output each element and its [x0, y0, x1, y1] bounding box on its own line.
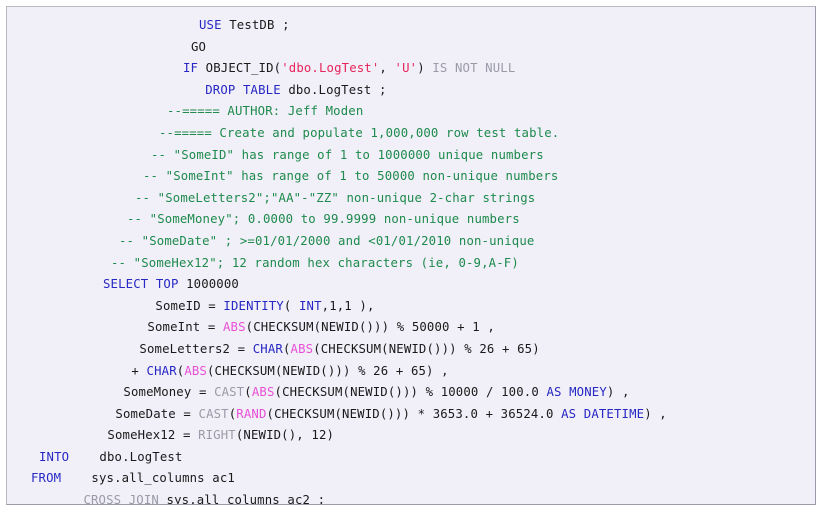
code-token-plain: , [379, 61, 395, 76]
code-token-plain: SomeInt = [87, 320, 223, 335]
code-token-cmt: --===== Create and populate 1,000,000 ro… [159, 125, 560, 140]
code-token-str: 'U' [394, 61, 418, 76]
code-token-kw: CHAR [252, 341, 283, 356]
code-token-kw: CHAR [146, 363, 177, 378]
code-lines-container: USE TestDB ; GO IF OBJECT_ID('dbo.LogTest'… [7, 15, 815, 505]
code-line: USE TestDB ; GO IF OBJECT_ID('dbo.LogTest'… [103, 15, 815, 274]
code-line: USE TestDB ; GO IF OBJECT_ID('dbo.LogTest'… [167, 15, 815, 101]
code-line: USE TestDB ; GO [183, 15, 815, 58]
code-token-fn: ABS [222, 320, 246, 335]
code-token-plain: dbo.LogTest [69, 449, 183, 464]
code-token-plain: SomeLetters2 = [79, 341, 253, 356]
code-token-kw: AS MONEY [546, 385, 607, 400]
code-token-fn: RAND [236, 406, 267, 421]
code-token-cmt: --===== AUTHOR: Jeff Moden [167, 104, 364, 119]
code-token-kw: IDENTITY [223, 298, 284, 313]
code-line: USE TestDB ; GO IF OBJECT_ID('dbo.LogTest'… [159, 15, 815, 123]
code-line: USE TestDB ; GO IF OBJECT_ID('dbo.LogTest'… [71, 15, 815, 361]
code-token-cmt: -- "SomeDate" ; >=01/01/2000 and <01/01/… [119, 233, 535, 248]
code-token-str: 'dbo.LogTest' [281, 61, 380, 76]
code-line: USE TestDB ; GO IF OBJECT_ID('dbo.LogTest'… [31, 15, 815, 468]
code-line: USE TestDB ; GO IF OBJECT_ID('dbo.LogTest'… [111, 15, 815, 253]
code-line: USE TestDB ; GO IF OBJECT_ID('dbo.LogTest'… [63, 15, 815, 382]
code-line: USE TestDB ; GO IF OBJECT_ID('dbo.LogTest'… [15, 15, 815, 505]
code-token-plain: ) , [606, 385, 630, 400]
code-token-kw2: IS NOT NULL [432, 61, 516, 76]
code-token-fn: ABS [184, 363, 207, 378]
code-token-plain: (CHECKSUM(NEWID())) % 10000 / 100.0 [274, 385, 547, 400]
code-token-kw2: CAST [214, 385, 245, 400]
code-token-kw: IF [183, 61, 206, 76]
code-token-plain: (CHECKSUM(NEWID())) % 26 + 65) , [207, 363, 449, 378]
code-token-plain: ( [283, 298, 299, 313]
code-token-cmt: -- "SomeLetters2";"AA"-"ZZ" non-unique 2… [135, 190, 536, 205]
code-line: USE TestDB ; GO IF OBJECT_ID('dbo.LogTest'… [151, 15, 815, 145]
code-line: USE TestDB ; GO IF OBJECT_ID('dbo.LogTest'… [79, 15, 815, 339]
code-line: USE TestDB ; GO IF OBJECT_ID('dbo.LogTest'… [47, 15, 815, 425]
code-token-kw: USE [199, 18, 230, 32]
code-token-kw: FROM [31, 471, 62, 486]
code-token-kw2: CAST [198, 406, 229, 421]
code-line: USE TestDB ; GO IF OBJECT_ID('dbo.LogTest'… [95, 15, 815, 296]
code-token-plain: ( [244, 385, 252, 400]
code-line: USE TestDB ; GO IF OBJECT_ID('dbo.LogTest'… [23, 15, 815, 490]
code-line: USE TestDB ; GO IF OBJECT_ID('dbo.LogTest'… [55, 15, 815, 404]
code-token-plain: ( [282, 341, 291, 356]
code-line: USE TestDB ; [191, 15, 815, 37]
code-line: USE TestDB ; GO IF OBJECT_ID('dbo.LogTest'… [127, 15, 815, 209]
code-token-plain: (CHECKSUM(NEWID())) * 3653.0 + 36524.0 [266, 406, 562, 421]
code-token-kw: INTO [39, 449, 70, 464]
code-token-plain: + [71, 363, 147, 378]
code-token-plain: SomeDate = [55, 406, 199, 421]
code-line: USE TestDB ; GO IF OBJECT_ID('dbo.LogTest'… [87, 15, 815, 317]
code-line: USE TestDB ; GO IF OBJECT_ID('dbo.LogTest'… [175, 15, 815, 80]
code-token-plain: (CHECKSUM(NEWID())) % 50000 + 1 , [245, 320, 495, 335]
code-token-plain: OBJECT_ID( [205, 61, 282, 76]
code-token-cmt: -- "SomeMoney"; 0.0000 to 99.9999 non-un… [127, 212, 520, 227]
code-token-plain: GO [191, 39, 207, 54]
code-token-kw2: CROSS JOIN [83, 493, 167, 505]
code-token-fn: ABS [251, 385, 275, 400]
code-token-plain: ) [417, 61, 433, 76]
code-token-plain: TestDB ; [229, 18, 290, 32]
code-token-plain: SomeMoney = [63, 385, 215, 400]
code-token-cmt: -- "SomeID" has range of 1 to 1000000 un… [151, 147, 544, 162]
code-token-plain: SomeHex12 = [47, 428, 199, 443]
code-token-fn: ABS [290, 341, 314, 356]
code-token-plain: ) , [644, 406, 667, 421]
code-token-plain: 1000000 [186, 277, 239, 292]
code-token-plain: SomeID = [95, 298, 224, 313]
code-token-plain: (NEWID(), 12) [235, 428, 335, 443]
code-token-kw: AS DATETIME [561, 406, 645, 421]
code-line: USE TestDB ; GO IF OBJECT_ID('dbo.LogTest'… [7, 15, 815, 505]
code-token-kw2: RIGHT [198, 428, 236, 443]
code-token-cmt: -- "SomeHex12"; 12 random hex characters… [111, 255, 519, 270]
code-token-plain: sys.all_columns ac2 ; [166, 493, 326, 505]
code-token-kw: DROP TABLE [205, 82, 289, 97]
code-token-kw: INT [298, 298, 322, 313]
code-token-cmt: -- "SomeInt" has range of 1 to 50000 non… [143, 169, 559, 184]
code-token-plain: dbo.LogTest ; [288, 82, 387, 97]
sql-code-block[interactable]: USE TestDB ; GO IF OBJECT_ID('dbo.LogTest'… [6, 6, 816, 505]
code-token-plain: ,1,1 ), [321, 298, 375, 313]
code-line: USE TestDB ; GO IF OBJECT_ID('dbo.LogTest'… [135, 15, 815, 188]
code-line: USE TestDB ; GO IF OBJECT_ID('dbo.LogTest'… [143, 15, 815, 166]
code-line: USE TestDB ; GO IF OBJECT_ID('dbo.LogTest'… [39, 15, 815, 447]
code-token-plain: sys.all_columns ac1 [61, 471, 235, 486]
code-token-kw: SELECT TOP [103, 277, 187, 292]
code-line: USE TestDB ; GO IF OBJECT_ID('dbo.LogTest'… [119, 15, 815, 231]
code-token-plain: (CHECKSUM(NEWID())) % 26 + 65) [313, 341, 540, 356]
